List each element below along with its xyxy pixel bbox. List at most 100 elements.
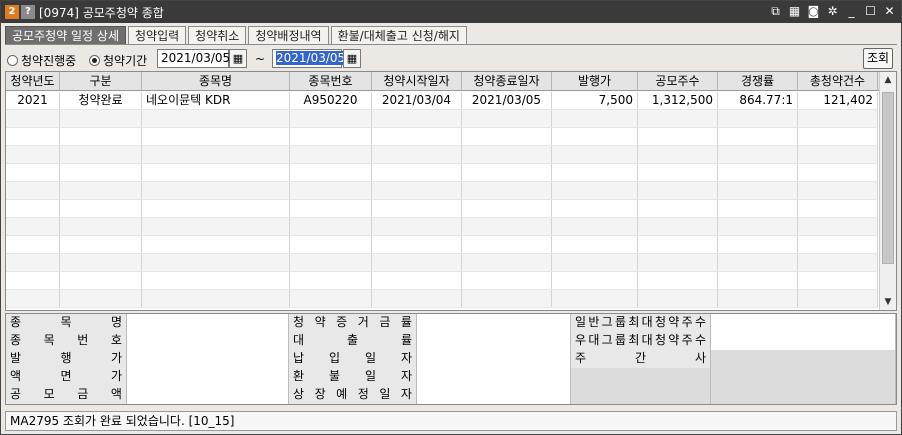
empty-cell: [552, 110, 638, 127]
detail-row: 액면가 환불일자: [6, 368, 896, 386]
empty-cell: [718, 218, 798, 235]
calendar-from-icon[interactable]: ▦: [229, 49, 247, 68]
empty-cell: [462, 254, 552, 271]
detail-value: [417, 350, 571, 368]
empty-cell: [638, 146, 718, 163]
tab-subscription-entry[interactable]: 청약입력: [128, 26, 187, 45]
empty-cell: [462, 218, 552, 235]
empty-cell: [462, 236, 552, 253]
scroll-down-icon[interactable]: ▼: [880, 294, 896, 310]
col-header-start-date[interactable]: 청약시작일자: [372, 72, 462, 90]
empty-cell: [462, 164, 552, 181]
empty-cell: [798, 218, 878, 235]
table-row[interactable]: [6, 254, 878, 272]
detail-value: [127, 386, 289, 404]
empty-cell: [60, 164, 142, 181]
detail-label: 청약증거금률: [289, 314, 417, 332]
col-header-offer-shares[interactable]: 공모주수: [638, 72, 718, 90]
radio-period[interactable]: 청약기간: [89, 52, 147, 69]
radio-period-indicator[interactable]: [89, 55, 100, 66]
table-row[interactable]: 2021 청약완료 네오이뮨텍 KDR A950220 2021/03/04 2…: [6, 92, 878, 110]
detail-row: 종목번호 대출률 우대그룹최대청약주수: [6, 332, 896, 350]
tab-refund-transfer[interactable]: 환불/대체출고 신청/해지: [330, 26, 467, 45]
gear-icon[interactable]: ✲: [825, 4, 840, 19]
calendar-to-icon[interactable]: ▦: [343, 49, 361, 68]
close-icon[interactable]: ✕: [882, 4, 897, 19]
query-button[interactable]: 조회: [863, 48, 893, 69]
table-row[interactable]: [6, 218, 878, 236]
empty-cell: [718, 200, 798, 217]
empty-cell: [6, 146, 60, 163]
col-header-code[interactable]: 종목번호: [290, 72, 372, 90]
empty-cell: [552, 272, 638, 289]
help-icon[interactable]: ?: [21, 5, 35, 19]
detail-label: 일반그룹최대청약주수: [571, 314, 711, 332]
grid-icon[interactable]: ▦: [787, 4, 802, 19]
grid-body: 2021 청약완료 네오이뮨텍 KDR A950220 2021/03/04 2…: [6, 92, 878, 308]
filter-bar: 청약진행중 청약기간 2021/03/05 ▦ ~ 2021/03/05 ▦ 조…: [5, 47, 897, 71]
cell-offer-shares: 1,312,500: [638, 92, 718, 109]
screen-number-badge[interactable]: 2: [5, 5, 19, 19]
empty-cell: [718, 290, 798, 307]
maximize-icon[interactable]: ☐: [863, 4, 878, 19]
empty-cell: [798, 182, 878, 199]
col-header-competition[interactable]: 경쟁률: [718, 72, 798, 90]
grid-vertical-scrollbar[interactable]: ▲ ▼: [879, 72, 896, 310]
empty-cell: [142, 164, 290, 181]
tab-ipo-schedule-detail[interactable]: 공모주청약 일정 상세: [5, 26, 126, 45]
table-row[interactable]: [6, 182, 878, 200]
scroll-up-icon[interactable]: ▲: [880, 72, 896, 88]
empty-cell: [638, 218, 718, 235]
scroll-thumb[interactable]: [882, 92, 894, 264]
table-row[interactable]: [6, 200, 878, 218]
empty-cell: [462, 200, 552, 217]
empty-cell: [142, 110, 290, 127]
col-header-name[interactable]: 종목명: [142, 72, 290, 90]
minimize-icon[interactable]: _: [844, 4, 859, 19]
empty-cell: [60, 128, 142, 145]
cell-code: A950220: [290, 92, 372, 109]
detail-row: 종목명 청약증거금률 일반그룹최대청약주수: [6, 314, 896, 332]
empty-cell: [290, 200, 372, 217]
camera-icon[interactable]: ◙: [806, 4, 821, 19]
table-row[interactable]: [6, 128, 878, 146]
col-header-end-date[interactable]: 청약종료일자: [462, 72, 552, 90]
tab-allocation-history[interactable]: 청약배정내역: [248, 26, 329, 45]
empty-cell: [638, 110, 718, 127]
table-row[interactable]: [6, 290, 878, 308]
detail-label: [571, 386, 711, 404]
radio-ongoing-indicator[interactable]: [7, 55, 18, 66]
date-from-input[interactable]: 2021/03/05: [157, 49, 231, 68]
radio-ongoing[interactable]: 청약진행중: [7, 52, 76, 69]
detail-label: 종목번호: [6, 332, 127, 350]
cell-year: 2021: [6, 92, 60, 109]
empty-cell: [6, 110, 60, 127]
detail-value: [417, 332, 571, 350]
table-row[interactable]: [6, 146, 878, 164]
table-row[interactable]: [6, 272, 878, 290]
col-header-issue-price[interactable]: 발행가: [552, 72, 638, 90]
detail-value: [711, 368, 896, 386]
link-icon[interactable]: ⧉: [768, 4, 783, 19]
tab-divider: [5, 44, 897, 45]
table-row[interactable]: [6, 110, 878, 128]
date-to-input[interactable]: 2021/03/05: [272, 49, 346, 68]
col-header-year[interactable]: 청약년도: [6, 72, 60, 90]
tab-subscription-cancel[interactable]: 청약취소: [188, 26, 247, 45]
empty-cell: [798, 128, 878, 145]
empty-cell: [552, 182, 638, 199]
empty-cell: [552, 164, 638, 181]
empty-cell: [372, 110, 462, 127]
cell-start-date: 2021/03/04: [372, 92, 462, 109]
table-row[interactable]: [6, 236, 878, 254]
empty-cell: [142, 128, 290, 145]
empty-cell: [552, 290, 638, 307]
empty-cell: [798, 110, 878, 127]
col-header-type[interactable]: 구분: [60, 72, 142, 90]
table-row[interactable]: [6, 164, 878, 182]
date-from-value: 2021/03/05: [161, 51, 231, 65]
detail-value: [417, 368, 571, 386]
detail-value: [127, 332, 289, 350]
col-header-total-count[interactable]: 총청약건수: [798, 72, 878, 90]
empty-cell: [290, 218, 372, 235]
